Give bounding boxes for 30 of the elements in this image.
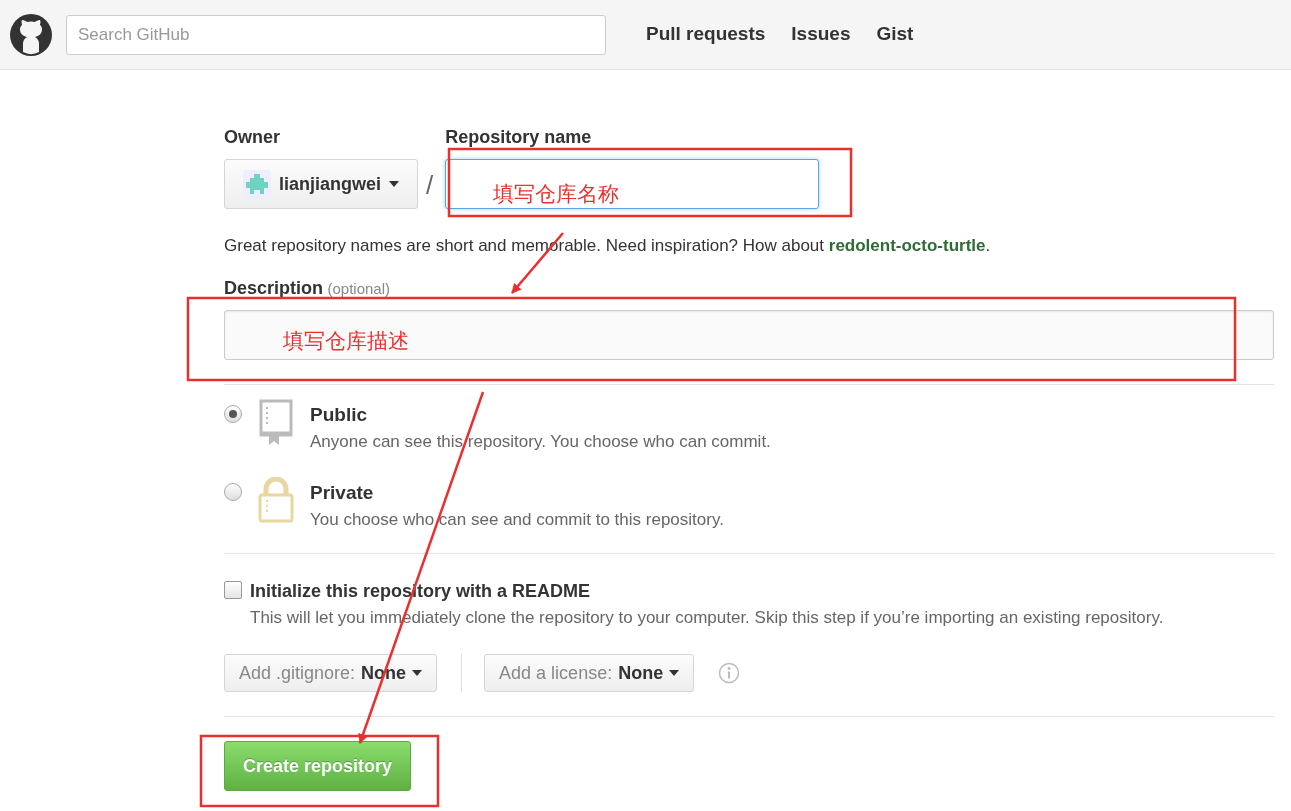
repository-name-field[interactable] [445, 159, 820, 209]
field-label: Repository name [445, 126, 593, 149]
separator: / [426, 169, 434, 202]
annotation-text: 填写仓库名称 [493, 181, 619, 207]
option-description: Anyone can see this repository. You choose who can commit. [310, 431, 771, 453]
nav-link[interactable]: Gist [876, 20, 914, 49]
caret-icon [669, 670, 680, 676]
checkbox[interactable] [224, 580, 242, 599]
field-label: Owner [224, 126, 281, 149]
caret-icon [412, 670, 423, 676]
field-label: Description (optional) [224, 276, 392, 300]
book-icon [258, 398, 294, 445]
description-field[interactable] [224, 309, 1274, 360]
logo-icon[interactable] [10, 13, 52, 56]
option-description: You choose who can see and commit to this repository. [310, 509, 724, 531]
nav-link[interactable]: Pull requests [646, 20, 766, 49]
nav-link[interactable]: Issues [791, 20, 851, 49]
radio-button[interactable] [224, 482, 242, 501]
annotation-text: 填写仓库描述 [283, 328, 409, 354]
avatar-icon [243, 170, 271, 198]
info-icon[interactable] [718, 662, 741, 684]
owner-dropdown[interactable]: lianjiangwei [224, 159, 419, 209]
option-title: Public [310, 402, 368, 427]
search-field[interactable]: Search GitHub [66, 14, 606, 55]
suggestion-link[interactable]: redolent-octo-turtle [828, 236, 986, 255]
option-title: Private [310, 480, 375, 505]
license-dropdown[interactable]: Add a license: None [484, 654, 695, 692]
lock-icon [258, 476, 294, 523]
caret-icon [389, 181, 400, 187]
radio-button[interactable] [224, 404, 242, 423]
